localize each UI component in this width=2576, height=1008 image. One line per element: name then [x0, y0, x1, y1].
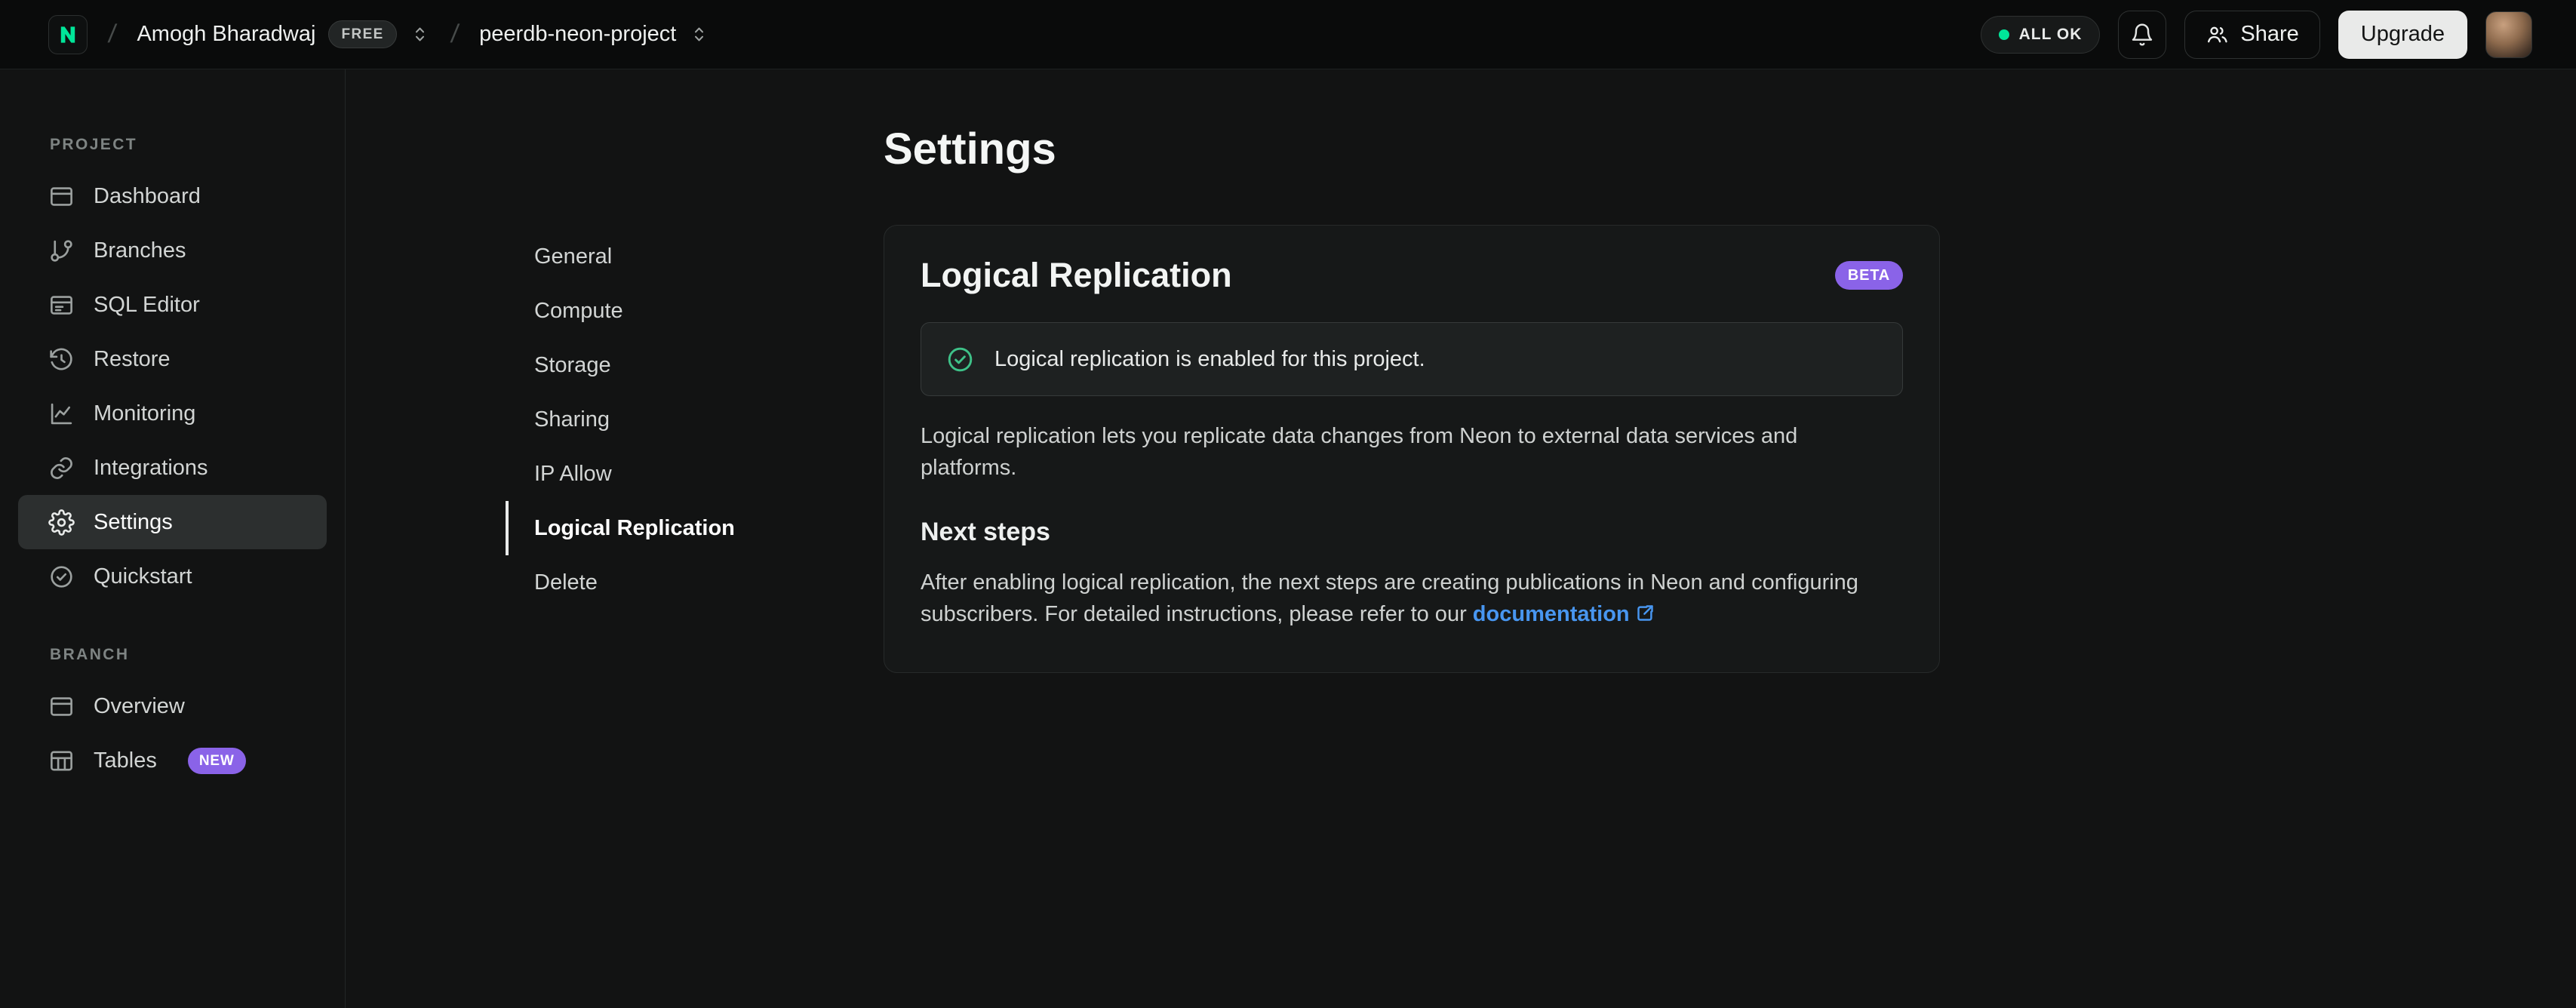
breadcrumb-project[interactable]: peerdb-neon-project: [479, 22, 709, 47]
settings-nav-delete[interactable]: Delete: [506, 555, 735, 610]
settings-nav-storage[interactable]: Storage: [506, 338, 735, 392]
sidebar-item-restore[interactable]: Restore: [18, 332, 327, 386]
settings-section-nav: General Compute Storage Sharing IP Allow…: [506, 229, 735, 610]
sidebar-item-quickstart[interactable]: Quickstart: [18, 549, 327, 604]
alert-text: Logical replication is enabled for this …: [994, 346, 1425, 371]
gear-icon: [48, 509, 75, 536]
notifications-button[interactable]: [2118, 10, 2167, 59]
card-header: Logical Replication BETA: [921, 256, 1903, 295]
card-title: Logical Replication: [921, 256, 1232, 294]
new-badge: NEW: [187, 747, 246, 774]
sidebar-item-label: Restore: [94, 346, 171, 371]
neon-logo[interactable]: [48, 14, 88, 54]
breadcrumb-org[interactable]: Amogh Bharadwaj FREE: [137, 20, 429, 48]
card-description: Logical replication lets you replicate d…: [921, 424, 1798, 481]
settings-nav-ip-allow[interactable]: IP Allow: [506, 447, 735, 501]
bell-icon: [2132, 23, 2153, 45]
sidebar-item-monitoring[interactable]: Monitoring: [18, 386, 327, 441]
sidebar-item-settings[interactable]: Settings: [18, 495, 327, 549]
top-bar: / Amogh Bharadwaj FREE / peerdb-neon-pro…: [0, 0, 2576, 69]
success-alert: Logical replication is enabled for this …: [921, 322, 1903, 396]
status-dot: [1998, 29, 2009, 40]
sidebar-item-label: Branches: [94, 238, 186, 263]
breadcrumb-separator: /: [449, 20, 460, 48]
settings-nav-logical-replication[interactable]: Logical Replication: [506, 501, 735, 555]
tables-icon: [51, 751, 72, 770]
sidebar-item-label: SQL Editor: [94, 292, 200, 317]
org-name: Amogh Bharadwaj: [137, 22, 316, 46]
next-steps-text: After enabling logical replication, the …: [921, 567, 1886, 631]
sidebar-item-label: Tables: [94, 748, 157, 773]
page-title: Settings: [884, 124, 1056, 174]
share-button[interactable]: Share: [2184, 10, 2320, 59]
logical-replication-card: Logical Replication BETA Logical replica…: [884, 225, 1940, 674]
plan-badge: FREE: [328, 20, 397, 48]
sidebar-item-label: Dashboard: [94, 183, 201, 208]
project-name: peerdb-neon-project: [479, 22, 677, 46]
settings-nav-general[interactable]: General: [506, 229, 735, 284]
overview-icon: [51, 696, 72, 716]
sidebar-item-label: Integrations: [94, 455, 208, 480]
next-steps-heading: Next steps: [921, 517, 1050, 546]
next-steps-body: After enabling logical replication, the …: [921, 570, 1858, 626]
breadcrumb-separator: /: [106, 20, 118, 48]
chevron-updown-icon: [695, 27, 704, 41]
status-label: ALL OK: [2018, 25, 2083, 43]
restore-history-icon: [50, 348, 72, 370]
check-circle-icon: [948, 347, 973, 371]
sidebar-item-branches[interactable]: Branches: [18, 223, 327, 278]
share-label: Share: [2240, 22, 2299, 46]
sql-editor-icon: [51, 295, 72, 315]
settings-nav-sharing[interactable]: Sharing: [506, 392, 735, 447]
integrations-icon: [51, 456, 72, 479]
sidebar-item-label: Quickstart: [94, 564, 192, 589]
sidebar-item-label: Settings: [94, 509, 173, 534]
status-badge[interactable]: ALL OK: [1980, 15, 2101, 54]
beta-badge: BETA: [1834, 261, 1903, 290]
documentation-link-label: documentation: [1472, 601, 1630, 626]
header-actions: ALL OK Share Upgrade: [1980, 10, 2532, 59]
dashboard-icon: [51, 186, 72, 206]
documentation-link[interactable]: documentation: [1473, 602, 1655, 626]
sidebar-item-dashboard[interactable]: Dashboard: [18, 169, 327, 223]
git-branch-icon: [51, 239, 72, 262]
sidebar-item-label: Monitoring: [94, 401, 196, 426]
sidebar-item-label: Overview: [94, 693, 185, 718]
sidebar-section-project: PROJECT: [50, 136, 137, 153]
sidebar: PROJECT Dashboard Branches SQL Editor Re…: [0, 69, 346, 1008]
check-circle-icon: [51, 565, 72, 588]
neon-logo-icon: [60, 26, 75, 43]
external-link-icon: [1637, 605, 1653, 621]
main-content: Settings General Compute Storage Sharing…: [346, 69, 2576, 1008]
sidebar-item-tables[interactable]: Tables NEW: [18, 733, 327, 788]
avatar[interactable]: [2485, 11, 2532, 58]
sidebar-item-overview[interactable]: Overview: [18, 679, 327, 733]
monitoring-chart-icon: [51, 403, 72, 424]
upgrade-button[interactable]: Upgrade: [2338, 10, 2467, 59]
people-icon: [2208, 26, 2228, 43]
settings-nav-compute[interactable]: Compute: [506, 284, 735, 338]
sidebar-item-sql-editor[interactable]: SQL Editor: [18, 278, 327, 332]
sidebar-item-integrations[interactable]: Integrations: [18, 441, 327, 495]
chevron-updown-icon: [415, 27, 424, 41]
sidebar-section-branch: BRANCH: [50, 646, 130, 663]
breadcrumb: / Amogh Bharadwaj FREE / peerdb-neon-pro…: [48, 14, 709, 54]
